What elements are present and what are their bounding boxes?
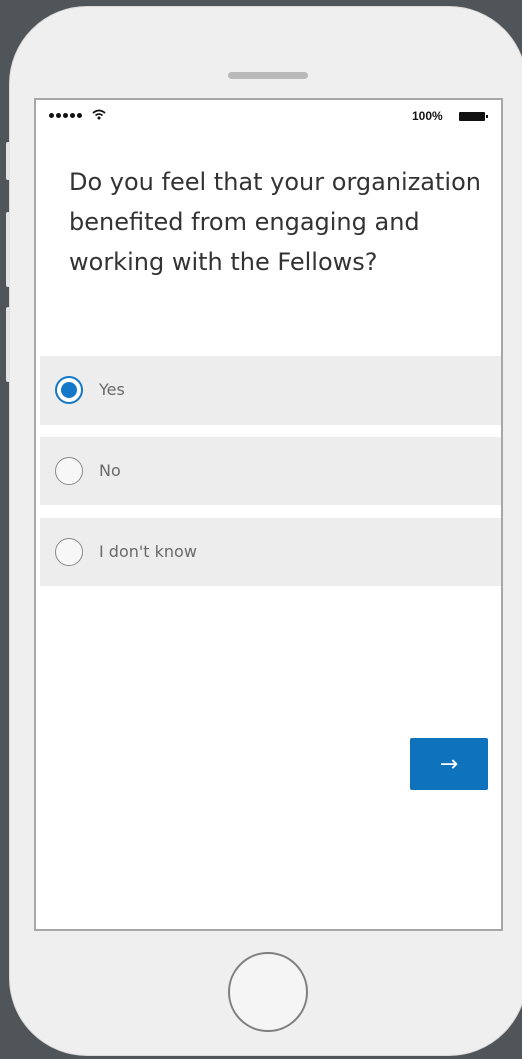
next-button[interactable]: → xyxy=(410,738,488,790)
home-button-icon[interactable] xyxy=(228,952,308,1032)
battery-percentage: 100% xyxy=(412,109,443,123)
option-no[interactable]: No xyxy=(40,437,501,505)
battery-full-icon xyxy=(459,112,488,121)
signal-dots-icon xyxy=(49,113,82,118)
phone-screen: 100% Do you feel that your organization … xyxy=(34,98,503,931)
option-i-dont-know[interactable]: I don't know xyxy=(40,518,501,586)
option-label: Yes xyxy=(99,380,125,399)
survey-question: Do you feel that your organization benef… xyxy=(69,168,481,276)
status-bar: 100% xyxy=(36,100,501,128)
phone-frame: 100% Do you feel that your organization … xyxy=(6,6,522,1056)
option-yes[interactable]: Yes xyxy=(40,356,501,425)
option-label: No xyxy=(99,461,121,480)
volume-down-button xyxy=(6,307,10,382)
radio-unchecked-icon[interactable] xyxy=(55,538,83,566)
radio-unchecked-icon[interactable] xyxy=(55,457,83,485)
radio-checked-icon[interactable] xyxy=(55,376,83,404)
silent-switch xyxy=(6,142,10,180)
option-label: I don't know xyxy=(99,542,197,561)
wifi-icon xyxy=(92,109,106,120)
volume-up-button xyxy=(6,212,10,287)
speaker-grille-icon xyxy=(228,72,308,79)
arrow-right-icon: → xyxy=(439,751,459,777)
